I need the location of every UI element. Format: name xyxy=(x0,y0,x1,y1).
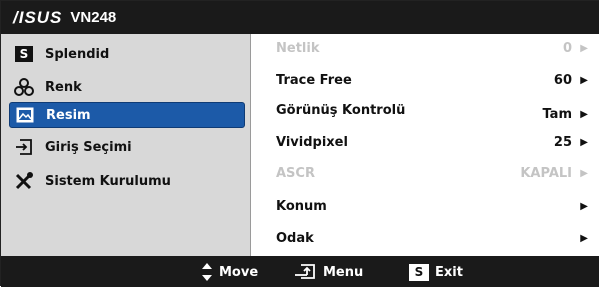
model-name: VN248 xyxy=(70,9,117,26)
setting-trace-free[interactable]: Trace Free 60 ▶ xyxy=(276,68,588,92)
arrow-right-icon: ▶ xyxy=(580,136,588,148)
arrow-right-icon: ▶ xyxy=(580,200,588,212)
sidebar-item-renk[interactable]: Renk xyxy=(9,74,245,100)
arrow-right-icon: ▶ xyxy=(580,74,588,86)
sidebar-item-giris-secimi[interactable]: Giriş Seçimi xyxy=(9,134,245,160)
setting-label: Konum xyxy=(276,198,327,214)
move-hint[interactable]: Move xyxy=(201,261,258,283)
sidebar-item-sistem-kurulumu[interactable]: Sistem Kurulumu xyxy=(9,168,245,194)
setting-konum[interactable]: Konum ▶ xyxy=(276,194,588,218)
move-label: Move xyxy=(219,264,259,280)
exit-hint[interactable]: S Exit xyxy=(409,261,463,283)
settings-panel: Netlik 0 ▶ Trace Free 60 ▶ Görünüş Kontr… xyxy=(252,34,599,256)
sidebar-item-label: Giriş Seçimi xyxy=(45,139,132,155)
setting-label: ASCR xyxy=(276,165,315,181)
splendid-s-icon: S xyxy=(409,263,429,281)
setting-label: Trace Free xyxy=(276,72,352,88)
sidebar-item-label: Renk xyxy=(45,79,82,95)
tools-icon xyxy=(13,170,35,192)
sidebar-item-label: Resim xyxy=(46,107,91,123)
setting-label: Odak xyxy=(276,230,314,246)
sidebar-item-splendid[interactable]: S Splendid xyxy=(9,41,245,67)
input-arrow-icon xyxy=(13,136,35,158)
setting-value: 0 xyxy=(562,40,572,56)
sidebar-item-resim[interactable]: Resim xyxy=(9,102,245,128)
arrow-right-icon: ▶ xyxy=(580,42,588,54)
osd-footer: Move Menu S Exit xyxy=(1,256,599,287)
setting-value: 60 xyxy=(553,72,572,88)
osd-window: /ISUS VN248 S Splendid Renk Resim Giriş … xyxy=(0,0,599,287)
setting-label: Vividpixel xyxy=(276,134,348,150)
color-palette-icon xyxy=(13,76,35,98)
splendid-s-icon: S xyxy=(13,43,35,65)
arrow-right-icon: ▶ xyxy=(580,232,588,244)
setting-ascr[interactable]: ASCR KAPALI ▶ xyxy=(276,161,588,185)
setting-netlik[interactable]: Netlik 0 ▶ xyxy=(276,36,588,60)
sidebar-item-label: Sistem Kurulumu xyxy=(45,173,171,189)
setting-gorunus-kontrolu[interactable]: Görünüş Kontrolü Tam ▶ xyxy=(276,98,588,122)
setting-value: 25 xyxy=(553,134,572,150)
setting-value: Tam xyxy=(542,106,572,122)
setting-vividpixel[interactable]: Vividpixel 25 ▶ xyxy=(276,130,588,154)
arrow-right-icon: ▶ xyxy=(580,108,588,120)
enter-icon xyxy=(293,263,317,281)
sidebar-item-label: Splendid xyxy=(45,46,110,62)
up-down-arrow-icon xyxy=(201,262,213,282)
menu-hint[interactable]: Menu xyxy=(293,261,363,283)
setting-label: Görünüş Kontrolü xyxy=(276,102,406,118)
exit-label: Exit xyxy=(435,264,463,280)
arrow-right-icon: ▶ xyxy=(580,167,588,179)
osd-header: /ISUS VN248 xyxy=(1,1,599,34)
menu-label: Menu xyxy=(323,264,364,280)
picture-icon xyxy=(14,104,36,126)
setting-value: KAPALI xyxy=(520,165,572,181)
setting-odak[interactable]: Odak ▶ xyxy=(276,226,588,250)
sidebar: S Splendid Renk Resim Giriş Seçimi Siste… xyxy=(1,34,251,256)
brand-logo: /ISUS xyxy=(13,7,63,27)
setting-label: Netlik xyxy=(276,40,320,56)
